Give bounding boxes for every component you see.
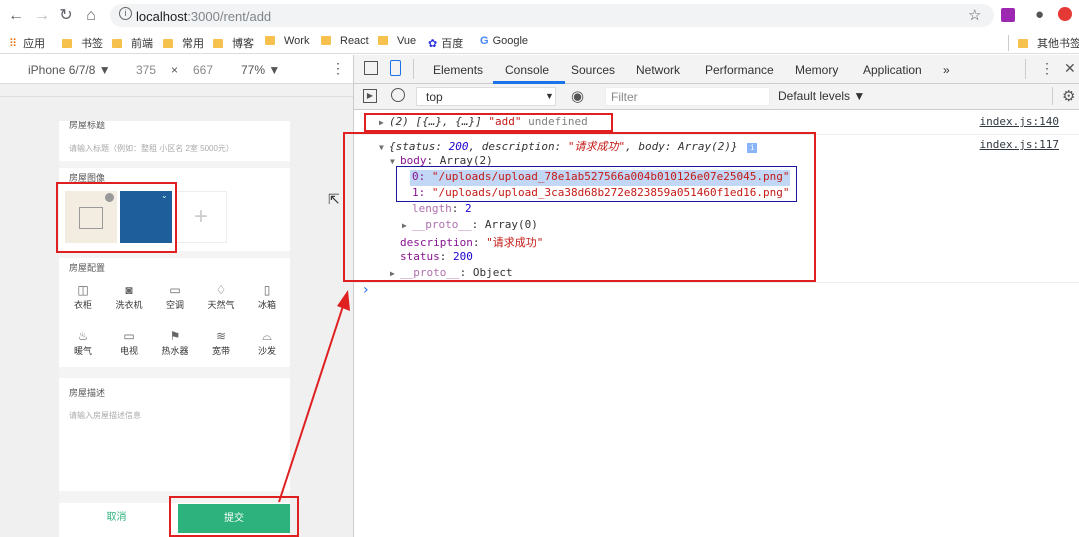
annotation-arrow [278,290,350,503]
